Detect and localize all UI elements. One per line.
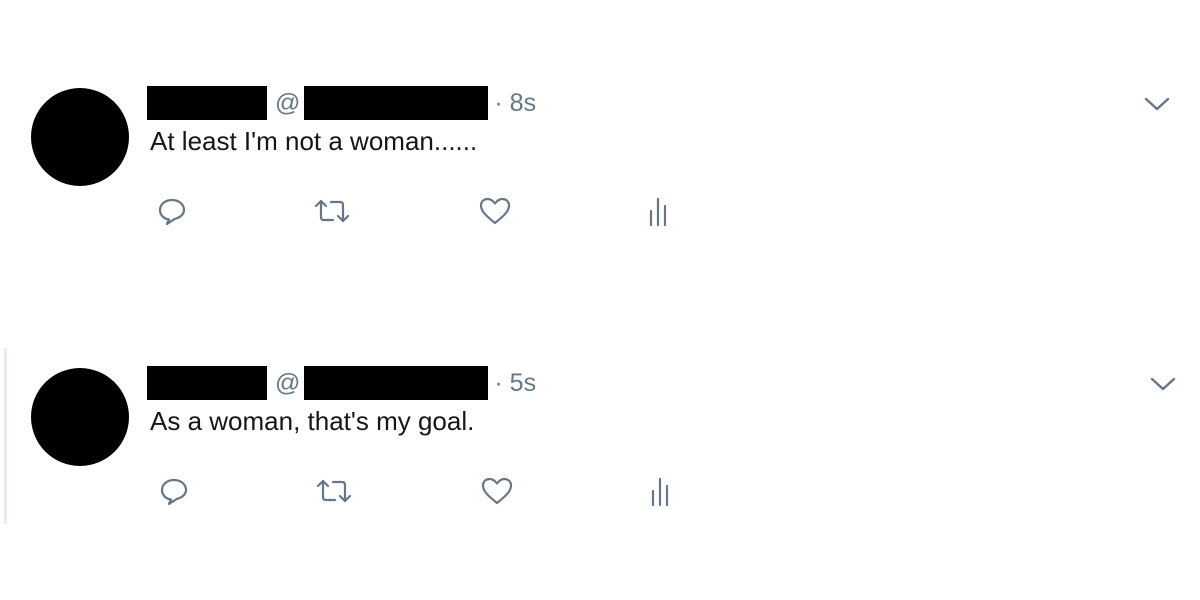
retweet-icon bbox=[315, 475, 353, 507]
tweet-text: As a woman, that's my goal. bbox=[150, 406, 475, 436]
analytics-button[interactable] bbox=[641, 194, 675, 228]
heart-icon bbox=[480, 475, 514, 507]
tweet[interactable]: @ · 5s As a woman, that's my goal. bbox=[0, 348, 1200, 524]
avatar[interactable] bbox=[31, 368, 129, 466]
analytics-button[interactable] bbox=[643, 474, 677, 508]
retweet-button[interactable] bbox=[313, 194, 351, 228]
redacted-username bbox=[304, 366, 489, 400]
tweet-header: @ · 8s bbox=[147, 86, 536, 120]
like-button[interactable] bbox=[480, 474, 514, 508]
chevron-down-icon[interactable] bbox=[1150, 376, 1176, 392]
reply-icon bbox=[156, 195, 188, 227]
reply-button[interactable] bbox=[155, 194, 189, 228]
analytics-icon bbox=[647, 475, 673, 507]
heart-icon bbox=[478, 195, 512, 227]
avatar[interactable] bbox=[31, 88, 129, 186]
timestamp[interactable]: · 8s bbox=[494, 86, 536, 120]
tweet-text: At least I'm not a woman...... bbox=[150, 126, 478, 156]
at-sign: @ bbox=[275, 369, 301, 397]
redacted-display-name bbox=[147, 366, 267, 400]
timeline: @ · 8s At least I'm not a woman...... @ … bbox=[0, 0, 1200, 600]
redacted-display-name bbox=[147, 86, 267, 120]
chevron-down-icon[interactable] bbox=[1144, 96, 1170, 112]
tweet-header: @ · 5s bbox=[147, 366, 536, 400]
retweet-button[interactable] bbox=[315, 474, 353, 508]
analytics-icon bbox=[645, 195, 671, 227]
at-sign: @ bbox=[275, 89, 301, 117]
reply-button[interactable] bbox=[157, 474, 191, 508]
like-button[interactable] bbox=[478, 194, 512, 228]
timestamp[interactable]: · 5s bbox=[494, 366, 536, 400]
retweet-icon bbox=[313, 195, 351, 227]
reply-icon bbox=[158, 475, 190, 507]
tweet[interactable]: @ · 8s At least I'm not a woman...... bbox=[0, 70, 1200, 240]
redacted-username bbox=[304, 86, 489, 120]
thread-line bbox=[4, 348, 7, 524]
